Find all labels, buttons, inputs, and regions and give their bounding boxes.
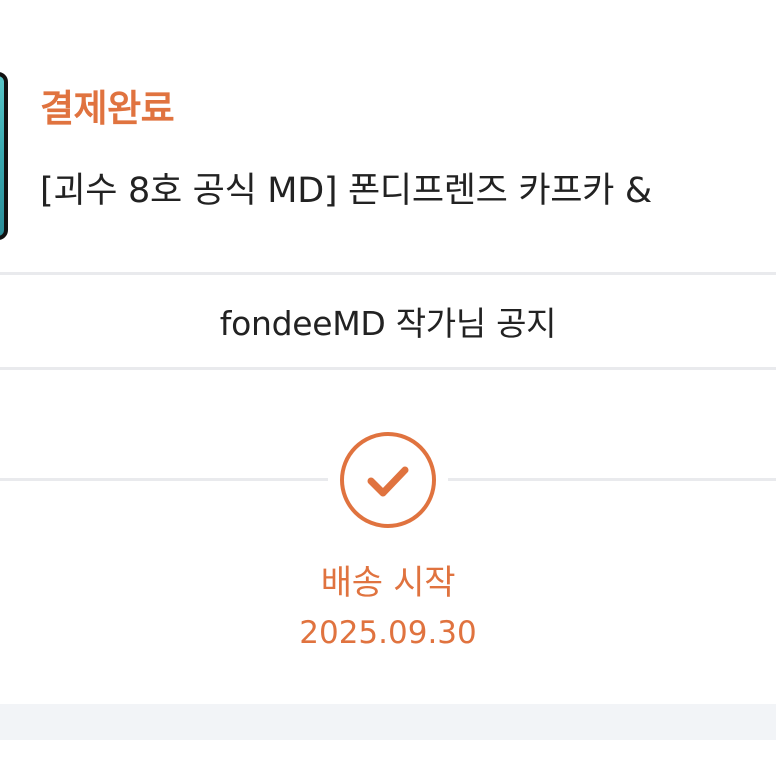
order-card[interactable]: 결제완료 [괴수 8호 공식 MD] 폰디프렌즈 카프카 & [0, 0, 776, 272]
tracking-line-right [448, 478, 776, 481]
check-circle-icon [340, 432, 436, 528]
product-title: [괴수 8호 공식 MD] 폰디프렌즈 카프카 & [40, 171, 652, 211]
shipping-step-label: 배송 시작 [320, 563, 456, 603]
shipping-step-date: 2025.09.30 [299, 615, 477, 651]
product-thumbnail[interactable] [0, 72, 8, 240]
artist-notice-label: fondeeMD 작가님 공지 [219, 304, 557, 343]
divider-middle [0, 367, 776, 370]
payment-status-label: 결제완료 [40, 87, 175, 130]
tracking-line-left [0, 478, 328, 481]
section-separator [0, 704, 776, 740]
order-detail-page: 결제완료 [괴수 8호 공식 MD] 폰디프렌즈 카프카 & fondeeMD … [0, 0, 776, 776]
artist-notice-button[interactable]: fondeeMD 작가님 공지 [0, 275, 776, 367]
